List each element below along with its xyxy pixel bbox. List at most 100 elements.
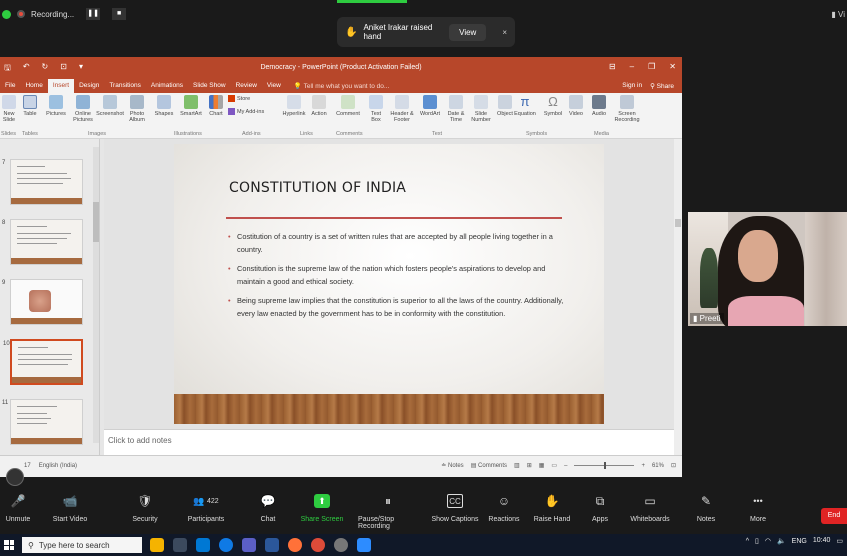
tab-file[interactable]: File xyxy=(0,79,20,93)
security-button[interactable]: 🛡 Security xyxy=(115,494,175,523)
slide-number-button[interactable]: Slide Number xyxy=(470,95,492,123)
action-button[interactable]: Action xyxy=(309,95,329,117)
weather-icon[interactable] xyxy=(150,538,164,552)
current-slide[interactable]: CONSTITUTION OF INDIA Costitution of a c… xyxy=(174,144,604,424)
clock[interactable]: 10:40 xyxy=(813,537,831,545)
slide-thumbnails-pane[interactable]: 7 8 9 10 11 xyxy=(0,139,100,455)
chat-button[interactable]: 💬 Chat xyxy=(238,494,298,523)
slide-title[interactable]: CONSTITUTION OF INDIA xyxy=(229,180,406,196)
table-button[interactable]: Table xyxy=(20,95,40,117)
participants-button[interactable]: 👥 422 Participants xyxy=(176,494,236,524)
zoom-app-icon[interactable] xyxy=(357,538,371,552)
notification-icon[interactable]: ▭ xyxy=(836,537,843,545)
screenshot-button[interactable]: Screenshot xyxy=(96,95,124,123)
header-footer-button[interactable]: Header & Footer xyxy=(389,95,415,123)
tell-me-search[interactable]: 💡 Tell me what you want to do... xyxy=(286,82,389,90)
language-indicator[interactable]: ENG xyxy=(792,538,807,545)
network-icon[interactable]: ◠ xyxy=(765,537,771,545)
slide-thumbnail[interactable]: 9 xyxy=(2,279,83,325)
zoom-out-icon[interactable]: – xyxy=(564,463,567,469)
fit-to-window-icon[interactable]: ⊡ xyxy=(671,462,676,469)
screen-recording-button[interactable]: Screen Recording xyxy=(612,95,642,123)
zoom-slider[interactable] xyxy=(574,462,635,469)
slide-thumbnail[interactable]: 11 xyxy=(2,399,83,445)
edge-icon[interactable] xyxy=(219,538,233,552)
taskbar-search-input[interactable]: ⚲ Type here to search xyxy=(22,537,142,553)
normal-view-icon[interactable]: ▥ xyxy=(514,462,520,469)
wordart-button[interactable]: WordArt xyxy=(418,95,442,123)
outlook-icon[interactable] xyxy=(196,538,210,552)
chart-button[interactable]: Chart xyxy=(206,95,226,117)
participant-video[interactable]: ▮ Preeti xyxy=(688,212,847,326)
restore-icon[interactable]: ❐ xyxy=(648,62,655,71)
zoom-level[interactable]: 61% xyxy=(652,463,664,469)
app-icon[interactable] xyxy=(334,538,348,552)
date-time-button[interactable]: Date & Time xyxy=(445,95,467,123)
my-addins-button[interactable]: My Add-ins xyxy=(228,108,264,115)
zoom-in-icon[interactable]: + xyxy=(641,463,645,469)
slide-thumbnail-selected[interactable]: 10 xyxy=(3,339,83,385)
teams-icon[interactable] xyxy=(242,538,256,552)
pause-stop-recording-button[interactable]: ⏸ Pause/Stop Recording xyxy=(358,494,418,531)
end-meeting-button[interactable]: End xyxy=(821,508,847,524)
share-button[interactable]: ⚲ Share xyxy=(650,82,674,90)
windows-start-icon[interactable] xyxy=(4,540,14,550)
symbol-button[interactable]: Ω Symbol xyxy=(541,95,565,118)
start-video-button[interactable]: 📹 Start Video xyxy=(40,494,100,523)
tab-design[interactable]: Design xyxy=(74,79,104,93)
shapes-button[interactable]: Shapes xyxy=(152,95,176,117)
store-button[interactable]: Store xyxy=(228,95,264,102)
task-view-icon[interactable] xyxy=(173,538,187,552)
text-box-button[interactable]: Text Box xyxy=(366,95,386,123)
tray-chevron-icon[interactable]: ^ xyxy=(746,538,749,545)
slide-sorter-icon[interactable]: ⊞ xyxy=(527,462,532,469)
notes-button[interactable]: ≐ Notes xyxy=(441,462,463,469)
video-button[interactable]: Video xyxy=(566,95,586,123)
battery-icon[interactable]: ▯ xyxy=(755,537,759,545)
slide-show-icon[interactable]: ▭ xyxy=(551,462,557,469)
comments-button[interactable]: ▤ Comments xyxy=(471,462,507,469)
slide-body[interactable]: Costitution of a country is a set of wri… xyxy=(228,230,568,326)
share-screen-button[interactable]: ⬆ Share Screen xyxy=(292,494,352,523)
hyperlink-button[interactable]: Hyperlink xyxy=(282,95,306,117)
tab-home[interactable]: Home xyxy=(20,79,47,93)
stop-recording-icon[interactable]: ■ xyxy=(112,8,127,20)
pause-recording-icon[interactable]: ❚❚ xyxy=(86,8,101,20)
tab-animations[interactable]: Animations xyxy=(146,79,188,93)
slide-thumbnail[interactable]: 7 xyxy=(2,159,83,205)
audio-button[interactable]: Audio xyxy=(589,95,609,123)
chrome-icon[interactable] xyxy=(311,538,325,552)
slide-thumbnail[interactable]: 8 xyxy=(2,219,83,265)
sign-in-link[interactable]: Sign in xyxy=(622,82,642,90)
tab-transitions[interactable]: Transitions xyxy=(104,79,146,93)
view-button[interactable]: View xyxy=(449,23,487,41)
comment-button[interactable]: Comment xyxy=(334,95,362,117)
firefox-icon[interactable] xyxy=(288,538,302,552)
tab-slide-show[interactable]: Slide Show xyxy=(188,79,231,93)
tab-review[interactable]: Review xyxy=(231,79,262,93)
notes-button-zoom[interactable]: ✎ Notes xyxy=(676,494,736,523)
view-options-button[interactable]: ▮ Vi xyxy=(831,10,845,19)
thumbnails-scrollbar[interactable] xyxy=(93,147,99,443)
close-window-icon[interactable]: ✕ xyxy=(669,62,676,71)
close-icon[interactable]: × xyxy=(502,28,507,37)
avatar[interactable] xyxy=(6,468,24,486)
tab-view[interactable]: View xyxy=(262,79,286,93)
volume-icon[interactable]: 🔈 xyxy=(777,537,786,545)
word-icon[interactable] xyxy=(265,538,279,552)
notes-pane[interactable]: Click to add notes xyxy=(104,429,674,455)
equation-button[interactable]: π Equation xyxy=(512,95,538,118)
new-slide-button[interactable]: New Slide xyxy=(0,95,18,123)
minimize-icon[interactable]: – xyxy=(630,62,634,71)
slide-scrollbar[interactable] xyxy=(674,139,682,455)
tab-insert[interactable]: Insert xyxy=(47,79,75,93)
online-pictures-button[interactable]: Online Pictures xyxy=(71,95,95,123)
ribbon-display-options-icon[interactable]: ⊟ xyxy=(609,62,616,71)
language-indicator[interactable]: English (India) xyxy=(39,463,77,469)
reading-view-icon[interactable]: ▦ xyxy=(539,462,545,469)
more-button[interactable]: ••• More xyxy=(728,494,788,523)
pictures-button[interactable]: Pictures xyxy=(44,95,68,123)
photo-album-button[interactable]: Photo Album xyxy=(125,95,149,123)
whiteboards-button[interactable]: ▭ Whiteboards xyxy=(620,494,680,523)
smartart-button[interactable]: SmartArt xyxy=(179,95,203,117)
